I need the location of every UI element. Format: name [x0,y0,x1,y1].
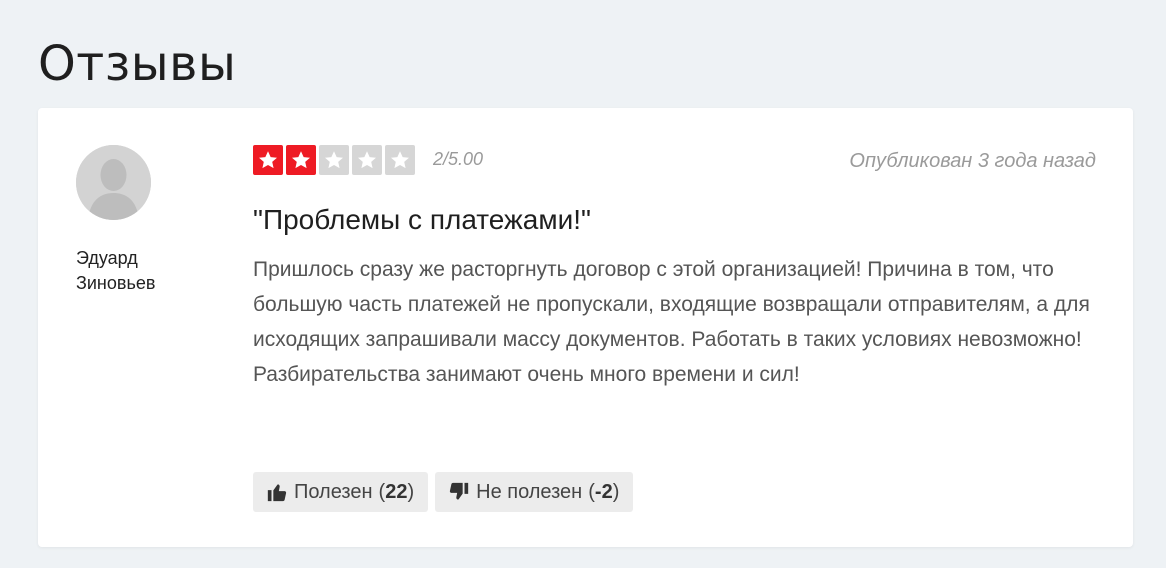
vote-buttons: Полезен (22) Не полезен (-2) [253,472,634,512]
star-icon [352,145,382,175]
rating-score: 2/5.00 [433,149,484,169]
review-card: Эдуард Зиновьев 2/5.00 Опубликован 3 год… [38,108,1133,547]
author-last-name: Зиновьев [76,273,156,293]
thumbs-up-icon [267,484,287,502]
author-name: Эдуард Зиновьев [76,246,216,296]
helpful-count-wrap: (22) [378,480,415,503]
star-icon [286,145,316,175]
star-icon [385,145,415,175]
thumbs-down-icon [449,482,469,500]
not-helpful-button[interactable]: Не полезен (-2) [435,472,634,512]
helpful-button[interactable]: Полезен (22) [253,472,429,512]
helpful-count: 22 [385,480,408,503]
not-helpful-count: -2 [594,480,613,503]
not-helpful-label: Не полезен [476,480,583,503]
helpful-label: Полезен [294,480,373,503]
section-title: Отзывы [38,36,237,92]
author-first-name: Эдуард [76,248,138,268]
review-text: Пришлось сразу же расторгнуть договор с … [253,258,1090,386]
avatar [76,145,151,220]
published-date: Опубликован 3 года назад [849,150,1096,172]
star-icon [253,145,283,175]
page: Отзывы Эдуард Зиновьев 2/5.00 Опубликова… [0,0,1166,568]
star-icon [319,145,349,175]
review-title: "Проблемы с платежами!" [253,204,591,235]
not-helpful-count-wrap: (-2) [588,480,620,503]
user-silhouette-icon [76,145,151,220]
rating-stars [253,145,415,175]
